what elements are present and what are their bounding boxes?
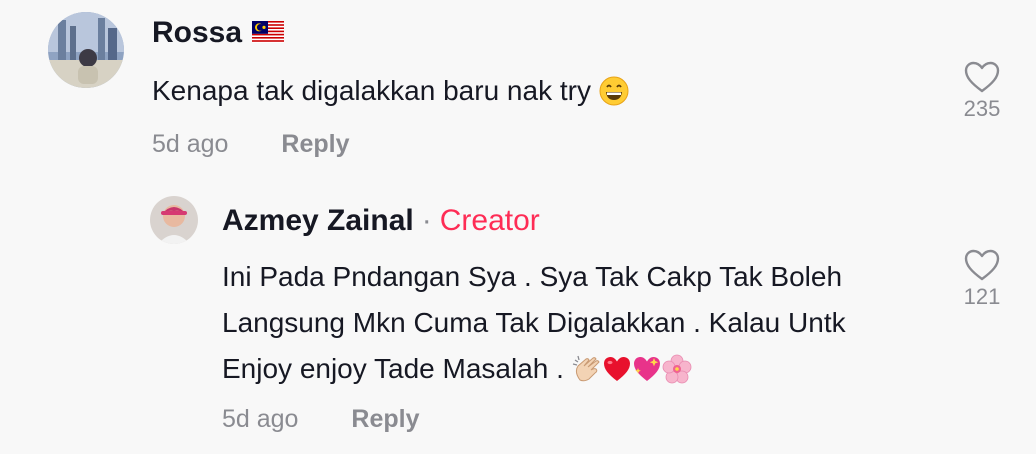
malaysia-flag-icon xyxy=(252,17,285,51)
comment-like-count: 235 xyxy=(963,96,1001,121)
clapping-hands-emoji xyxy=(572,352,602,398)
reply-author[interactable]: Azmey Zainal · Creator xyxy=(222,204,540,238)
comment-meta: 5d ago Reply xyxy=(152,130,350,159)
reply-like-count: 121 xyxy=(963,284,1001,309)
reply-meta: 5d ago Reply xyxy=(222,405,420,434)
reply-author-name[interactable]: Azmey Zainal xyxy=(222,204,414,237)
red-heart-emoji xyxy=(602,352,632,398)
reply-like[interactable]: 121 xyxy=(952,248,1012,310)
reply-time: 5d ago xyxy=(222,405,299,433)
reply-text-line-1: Ini Pada Pndangan Sya . Sya Tak Cakp Tak… xyxy=(222,261,843,292)
grinning-face-emoji xyxy=(599,74,629,120)
avatar-azmey-zainal[interactable] xyxy=(150,196,198,244)
avatar-rossa[interactable] xyxy=(48,12,124,88)
reply-text: Ini Pada Pndangan Sya . Sya Tak Cakp Tak… xyxy=(222,254,846,398)
cherry-blossom-emoji xyxy=(662,352,692,398)
creator-badge: Creator xyxy=(439,204,540,237)
comment-like[interactable]: 235 xyxy=(952,60,1012,122)
comment-time: 5d ago xyxy=(152,130,229,158)
separator-dot: · xyxy=(421,204,432,237)
comment-author-name[interactable]: Rossa xyxy=(152,16,242,49)
reply-reply-button[interactable]: Reply xyxy=(351,405,419,433)
heart-icon[interactable] xyxy=(952,248,1012,282)
reply-text-line-3: Enjoy enjoy Tade Masalah . xyxy=(222,346,846,398)
reply-text-line-3-content: Enjoy enjoy Tade Masalah . xyxy=(222,353,564,384)
sparkling-heart-emoji xyxy=(632,352,662,398)
comment-text-content: Kenapa tak digalakkan baru nak try xyxy=(152,75,591,106)
heart-icon[interactable] xyxy=(952,60,1012,94)
reply-text-line-2: Langsung Mkn Cuma Tak Digalakkan . Kalau… xyxy=(222,307,846,338)
comment-text: Kenapa tak digalakkan baru nak try xyxy=(152,68,629,120)
comment-author[interactable]: Rossa xyxy=(152,16,285,51)
comment-reply-button[interactable]: Reply xyxy=(281,130,349,158)
